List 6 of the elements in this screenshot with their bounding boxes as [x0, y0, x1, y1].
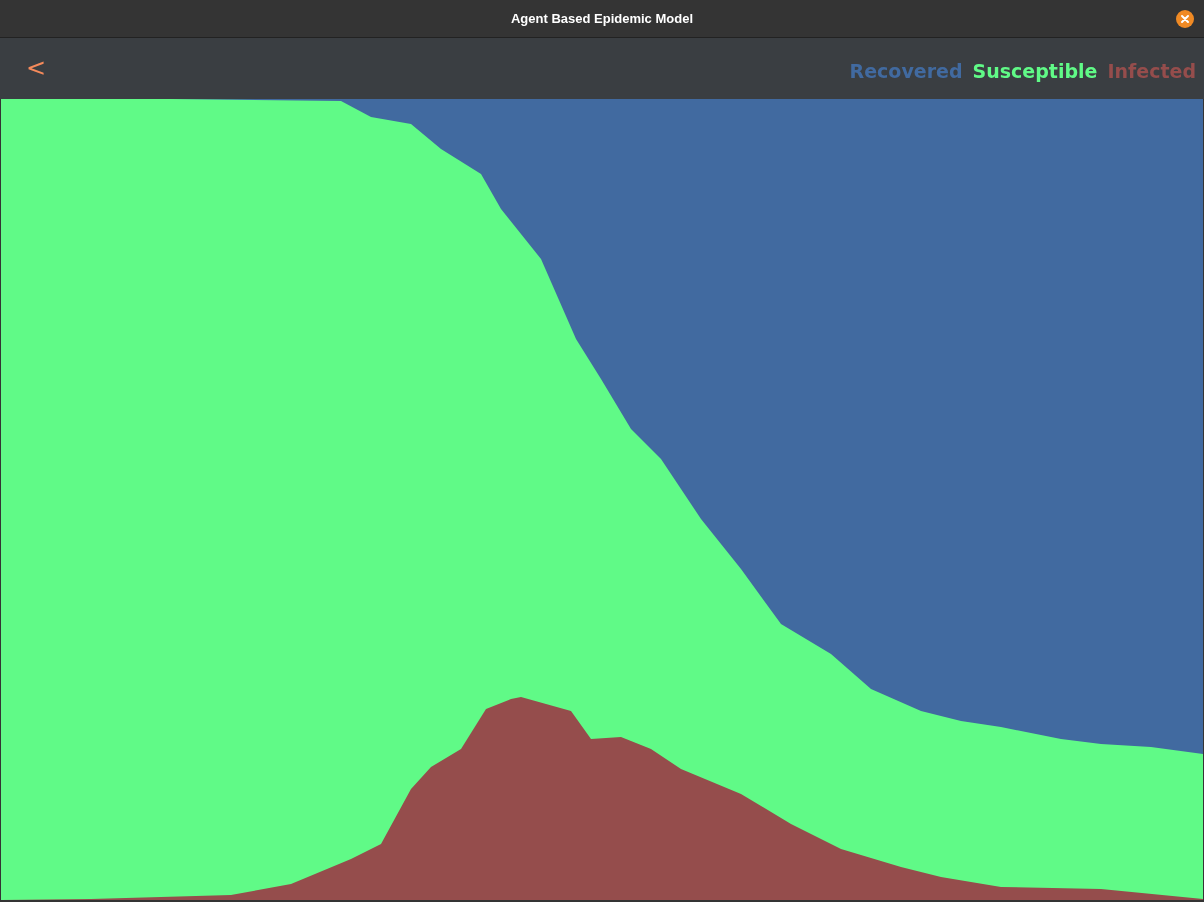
legend-label: Susceptible: [972, 59, 1098, 82]
window-title: Agent Based Epidemic Model: [510, 11, 693, 26]
close-icon[interactable]: [1176, 10, 1194, 28]
back-button[interactable]: <: [20, 53, 53, 82]
legend-label: Infected: [1107, 59, 1196, 82]
legend-label: Recovered: [849, 59, 963, 82]
